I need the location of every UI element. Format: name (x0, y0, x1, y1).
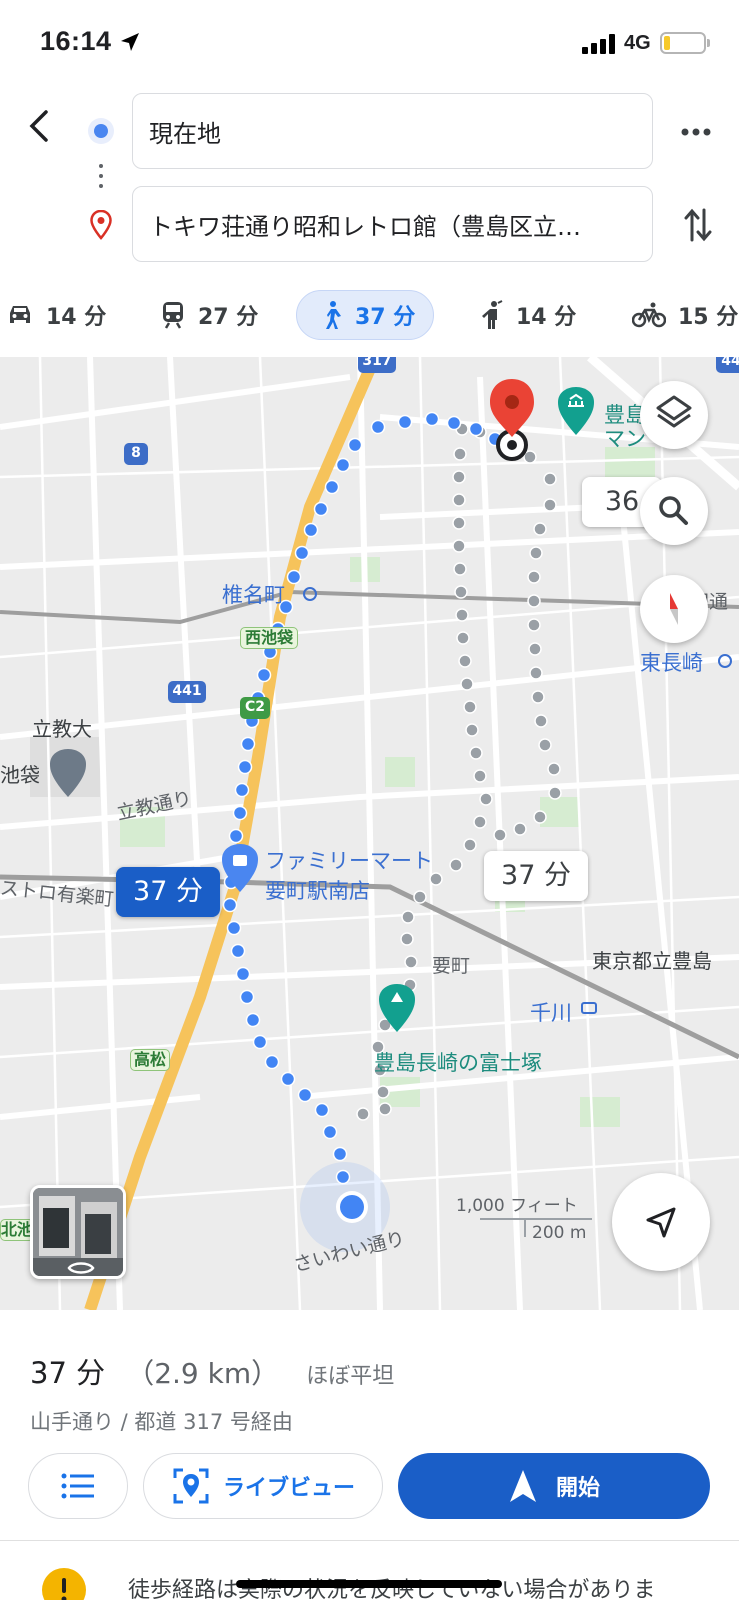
label-rikkyo: 立教大 (32, 717, 92, 741)
live-view-label: ライブビュー (222, 1476, 355, 1501)
route-shield-c2: C2 (240, 697, 270, 719)
label-higashinagasaki: 東長崎 (640, 651, 703, 675)
live-view-icon (173, 1468, 209, 1504)
list-icon (61, 1473, 94, 1499)
route-time-alt-1[interactable]: 37 分 (484, 851, 588, 901)
station-sign-takamatsu: 高松 (130, 1049, 170, 1071)
home-indicator (236, 1580, 502, 1588)
walk-icon (326, 301, 341, 329)
tab-walking-label: 37 分 (355, 305, 416, 330)
label-familymart-name: ファミリーマート (265, 849, 433, 873)
navigation-arrow-icon (646, 1207, 676, 1238)
transit-icon (163, 302, 183, 329)
clock: 16:14 (40, 26, 112, 56)
label-familymart-branch: 要町駅南店 (265, 879, 370, 903)
origin-input[interactable]: 現在地 (132, 93, 653, 169)
route-map[interactable]: 椎名町 東長崎 立教大 池袋 立教通り ストロ有楽町 ファミリーマート 要町駅南… (0, 357, 739, 1310)
network-type: 4G (624, 32, 651, 54)
tab-driving[interactable]: 14 分 (6, 290, 106, 340)
scale-meters: 200 m (532, 1223, 587, 1243)
route-terrain: ほぼ平坦 (306, 1364, 395, 1389)
search-icon (659, 496, 688, 525)
label-ikebukuro-fragment: 池袋 (0, 763, 40, 787)
tab-ride-hail-label: 14 分 (516, 305, 577, 330)
station-sign-nishiikebukuro: 西池袋 (240, 627, 298, 649)
status-bar: 16:14 4G (0, 0, 739, 86)
more-options-icon[interactable] (680, 126, 712, 138)
navigation-start-icon (509, 1470, 536, 1502)
live-view-button[interactable]: ライブビュー (143, 1453, 383, 1519)
route-shield-44: 44 (716, 357, 739, 373)
travel-mode-tabs: 14 分 27 分 37 分 14 分 15 分 (0, 290, 739, 346)
car-icon (10, 306, 30, 323)
route-connector (98, 164, 104, 194)
route-shield-441: 441 (168, 681, 206, 703)
tab-transit[interactable]: 27 分 (160, 290, 258, 340)
label-tokyo-toshima: 東京都立豊島 (592, 949, 712, 973)
tab-cycling[interactable]: 15 分 (632, 290, 738, 340)
route-distance: （2.9 km） (126, 1357, 280, 1390)
route-duration: 37 分 (30, 1356, 106, 1390)
battery-icon (660, 32, 710, 54)
recenter-button[interactable] (612, 1173, 710, 1271)
layers-button[interactable] (640, 381, 708, 449)
station-sign-kita-fragment: 北池 (0, 1219, 34, 1241)
destination-input[interactable]: トキワ荘通り昭和レトロ館（豊島区立… (132, 186, 653, 262)
sheet-divider (0, 1540, 739, 1541)
location-arrow-icon (121, 33, 139, 51)
route-via: 山手通り / 都道 317 号経由 (30, 1410, 293, 1434)
signal-icon (582, 34, 615, 54)
compass-button[interactable] (640, 575, 708, 643)
origin-dot-icon (88, 118, 114, 144)
steps-button[interactable] (28, 1453, 128, 1519)
layers-icon (656, 395, 692, 428)
route-time-primary[interactable]: 37 分 (116, 867, 220, 917)
ride-hail-icon (482, 300, 503, 329)
tab-ride-hail[interactable]: 14 分 (480, 290, 576, 340)
label-shiinamachi: 椎名町 (222, 583, 285, 607)
route-shield-8: 8 (124, 443, 148, 465)
tab-cycling-label: 15 分 (678, 305, 739, 330)
warning-icon (42, 1568, 86, 1600)
tab-driving-label: 14 分 (46, 305, 107, 330)
label-kanamecho: 要町 (432, 955, 471, 977)
route-summary: 37 分 （2.9 km） ほぼ平坦 (30, 1350, 394, 1392)
street-view-thumbnail[interactable] (30, 1185, 126, 1279)
label-fujizuka: 豊島長崎の富士塚 (374, 1051, 542, 1075)
tab-walking[interactable]: 37 分 (296, 290, 435, 340)
swap-direction-icon[interactable] (682, 206, 714, 244)
compass-icon (670, 593, 678, 625)
bicycle-icon (632, 302, 666, 328)
street-view-image (33, 1188, 123, 1276)
label-senkawa: 千川 (530, 1001, 572, 1025)
search-along-route-button[interactable] (640, 477, 708, 545)
scale-feet: 1,000 フィート (456, 1196, 578, 1216)
start-button[interactable]: 開始 (398, 1453, 710, 1519)
tab-transit-label: 27 分 (198, 305, 259, 330)
start-label: 開始 (555, 1476, 600, 1501)
back-arrow-icon[interactable] (24, 106, 54, 146)
destination-pin-icon (90, 210, 112, 240)
route-summary-sheet: 37 分 （2.9 km） ほぼ平坦 山手通り / 都道 317 号経由 ライブ… (0, 1310, 739, 1600)
route-shield-317: 317 (358, 357, 396, 373)
